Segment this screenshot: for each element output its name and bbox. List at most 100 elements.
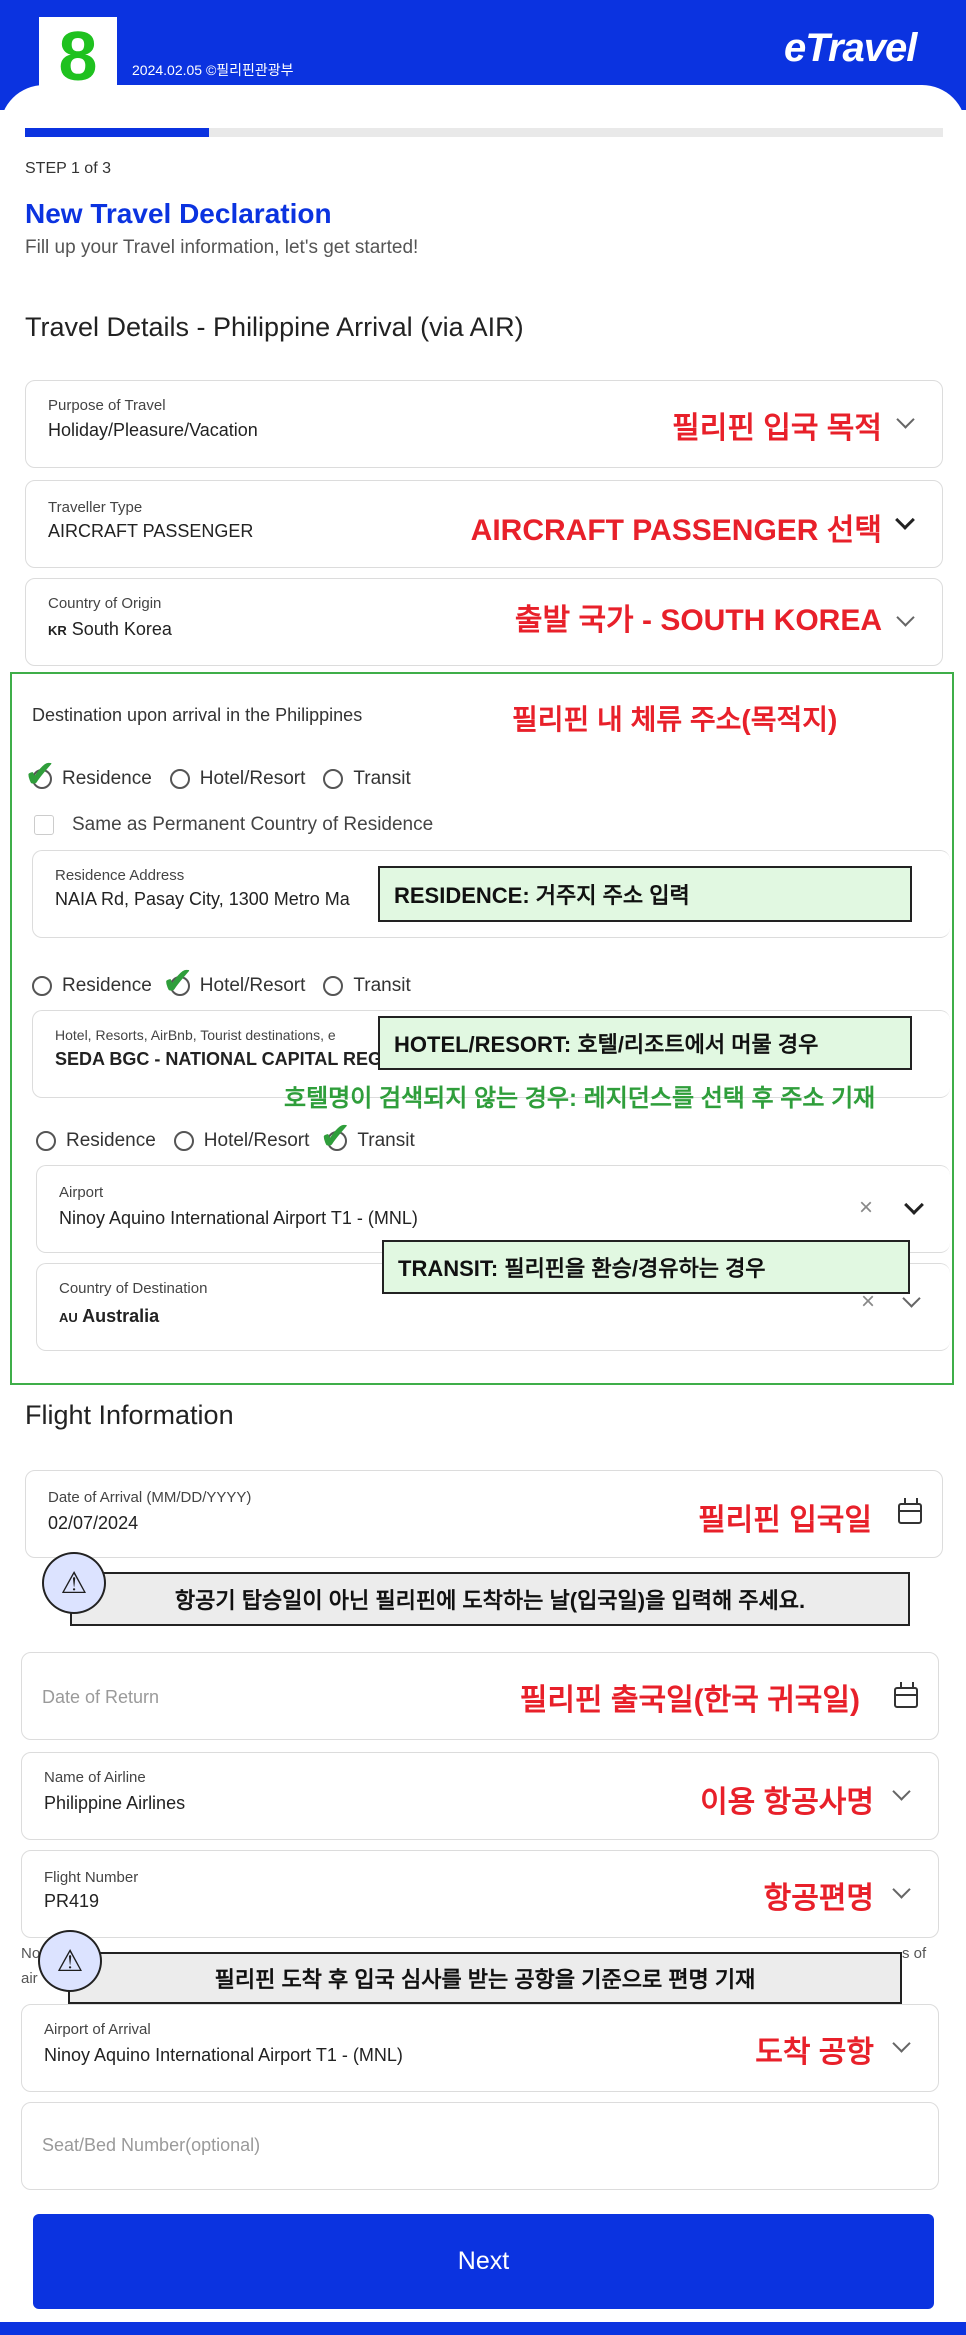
flight-number-value: PR419 xyxy=(44,1891,100,1911)
radio-residence[interactable]: Residence xyxy=(32,975,152,997)
checkmark-icon: ✔ xyxy=(319,1116,352,1158)
radio-hotel[interactable]: ✔ Hotel/Resort xyxy=(162,961,306,1003)
hotel-label: Hotel, Resorts, AirBnb, Tourist destinat… xyxy=(55,1027,336,1043)
calendar-icon[interactable] xyxy=(894,1682,918,1708)
radio-label: Hotel/Resort xyxy=(199,768,306,789)
destination-label: Destination upon arrival in the Philippi… xyxy=(32,705,363,725)
origin-country-select[interactable]: Country of Origin KR South Korea 출발 국가 -… xyxy=(25,578,943,666)
chevron-down-icon xyxy=(892,1880,911,1899)
return-date-placeholder: Date of Return xyxy=(42,1687,160,1707)
radio-label: Transit xyxy=(357,1130,415,1151)
travel-details-title: Travel Details - Philippine Arrival (via… xyxy=(25,312,524,342)
traveller-type-label: Traveller Type xyxy=(48,499,143,516)
radio-circle xyxy=(323,769,344,789)
traveller-type-select[interactable]: Traveller Type AIRCRAFT PASSENGER AIRCRA… xyxy=(25,480,943,568)
transit-airport-value: Ninoy Aquino International Airport T1 - … xyxy=(59,1208,418,1228)
etravel-logo: eTravel xyxy=(784,26,917,70)
radio-label: Transit xyxy=(353,768,411,789)
checkmark-icon: ✔ xyxy=(24,754,56,796)
traveller-type-value: AIRCRAFT PASSENGER xyxy=(48,521,254,541)
traveller-type-note: AIRCRAFT PASSENGER 선택 xyxy=(470,514,882,547)
arrival-airport-label: Airport of Arrival xyxy=(44,2021,151,2038)
flight-info-title: Flight Information xyxy=(25,1400,234,1430)
flight-number-field[interactable]: Flight Number PR419 항공편명 xyxy=(21,1850,939,1938)
arrival-date-warning: 항공기 탑승일이 아닌 필리핀에 도착하는 날(입국일)을 입력해 주세요. xyxy=(70,1572,910,1626)
flight-number-note: 항공편명 xyxy=(763,1882,874,1915)
purpose-value: Holiday/Pleasure/Vacation xyxy=(48,420,258,440)
radio-label: Hotel/Resort xyxy=(199,975,306,996)
footer-strip xyxy=(0,2322,966,2335)
cut-helper-text-left-2: air xyxy=(21,1970,38,1987)
radio-circle xyxy=(32,976,52,996)
radio-residence[interactable]: ✔ Residence xyxy=(24,754,152,796)
transit-airport-label: Airport xyxy=(59,1184,104,1201)
flight-number-label: Flight Number xyxy=(44,1869,139,1886)
radio-residence[interactable]: Residence xyxy=(36,1130,156,1152)
purpose-label: Purpose of Travel xyxy=(48,397,166,414)
arrival-airport-note: 도착 공항 xyxy=(755,2036,874,2069)
arrival-date-field[interactable]: Date of Arrival (MM/DD/YYYY) 02/07/2024 … xyxy=(25,1470,943,1558)
arrival-airport-select[interactable]: Airport of Arrival Ninoy Aquino Internat… xyxy=(21,2004,939,2092)
page-title: New Travel Declaration xyxy=(25,198,332,229)
arrival-date-note: 필리핀 입국일 xyxy=(698,1504,872,1537)
airline-select[interactable]: Name of Airline Philippine Airlines 이용 항… xyxy=(21,1752,939,1840)
transit-note: TRANSIT: 필리핀을 환승/경유하는 경우 xyxy=(382,1240,910,1294)
flag-code: KR xyxy=(48,623,67,638)
residence-address-label: Residence Address xyxy=(55,867,185,884)
transit-country-name: Australia xyxy=(82,1306,160,1326)
checkmark-icon: ✔ xyxy=(161,961,194,1003)
next-button[interactable]: Next xyxy=(33,2214,934,2309)
calendar-icon[interactable] xyxy=(898,1498,922,1524)
radio-circle xyxy=(169,769,190,789)
radio-transit[interactable]: Transit xyxy=(323,768,411,790)
progress-fill xyxy=(25,128,209,137)
chevron-down-icon[interactable] xyxy=(904,1195,924,1215)
destination-note: 필리핀 내 체류 주소(목적지) xyxy=(512,704,838,735)
radio-circle xyxy=(173,1131,194,1151)
radio-label: Residence xyxy=(66,1130,156,1151)
destination-radio-group-residence: ✔ Residence Hotel/Resort Transit xyxy=(24,754,429,796)
radio-circle xyxy=(323,976,344,996)
same-as-permanent-label: Same as Permanent Country of Residence xyxy=(72,814,434,835)
radio-circle xyxy=(36,1131,56,1151)
date-credit: 2024.02.05 ©필리핀관광부 xyxy=(132,62,294,78)
origin-label: Country of Origin xyxy=(48,595,162,612)
seat-number-field[interactable]: Seat/Bed Number(optional) xyxy=(21,2102,939,2190)
warning-icon: ⚠ xyxy=(38,1930,102,1992)
clear-icon[interactable]: × xyxy=(859,1194,873,1222)
airline-note: 이용 항공사명 xyxy=(700,1786,874,1819)
return-date-note: 필리핀 출국일(한국 귀국일) xyxy=(519,1684,860,1717)
same-as-permanent-checkbox[interactable] xyxy=(34,815,54,835)
chevron-down-icon xyxy=(896,608,915,627)
radio-hotel[interactable]: Hotel/Resort xyxy=(169,768,306,790)
origin-note: 출발 국가 - SOUTH KOREA xyxy=(514,604,882,637)
radio-hotel[interactable]: Hotel/Resort xyxy=(173,1130,309,1152)
transit-destination-value: AU Australia xyxy=(59,1306,159,1327)
flag-code: AU xyxy=(59,1310,78,1325)
airline-label: Name of Airline xyxy=(44,1769,146,1786)
arrival-airport-value: Ninoy Aquino International Airport T1 - … xyxy=(44,2045,403,2065)
arrival-date-label: Date of Arrival (MM/DD/YYYY) xyxy=(48,1489,252,1506)
seat-number-placeholder: Seat/Bed Number(optional) xyxy=(42,2135,261,2155)
radio-transit[interactable]: ✔ Transit xyxy=(319,1116,415,1158)
destination-radio-group-hotel: Residence ✔ Hotel/Resort Transit xyxy=(32,961,429,1003)
radio-label: Residence xyxy=(62,768,152,789)
warning-icon: ⚠ xyxy=(42,1552,106,1614)
radio-label: Transit xyxy=(353,975,411,996)
radio-label: Residence xyxy=(62,975,152,996)
destination-radio-group-transit: Residence Hotel/Resort ✔ Transit xyxy=(36,1116,433,1158)
airline-value: Philippine Airlines xyxy=(44,1793,186,1813)
hotel-tip: 호텔명이 검색되지 않는 경우: 레지던스를 선택 후 주소 기재 xyxy=(284,1085,876,1112)
radio-transit[interactable]: Transit xyxy=(323,975,411,997)
chevron-down-icon xyxy=(892,2034,911,2053)
arrival-date-value: 02/07/2024 xyxy=(48,1513,139,1533)
return-date-field[interactable]: Date of Return 필리핀 출국일(한국 귀국일) xyxy=(21,1652,939,1740)
chevron-down-icon xyxy=(892,1782,911,1801)
transit-destination-label: Country of Destination xyxy=(59,1280,208,1297)
step-label: STEP 1 of 3 xyxy=(25,160,111,177)
hotel-value: SEDA BGC - NATIONAL CAPITAL REGI xyxy=(55,1049,388,1069)
purpose-select[interactable]: Purpose of Travel Holiday/Pleasure/Vacat… xyxy=(25,380,943,468)
page-subtitle: Fill up your Travel information, let's g… xyxy=(25,237,419,258)
residence-note: RESIDENCE: 거주지 주소 입력 xyxy=(378,866,912,922)
cut-helper-text-right: s of xyxy=(902,1945,927,1962)
